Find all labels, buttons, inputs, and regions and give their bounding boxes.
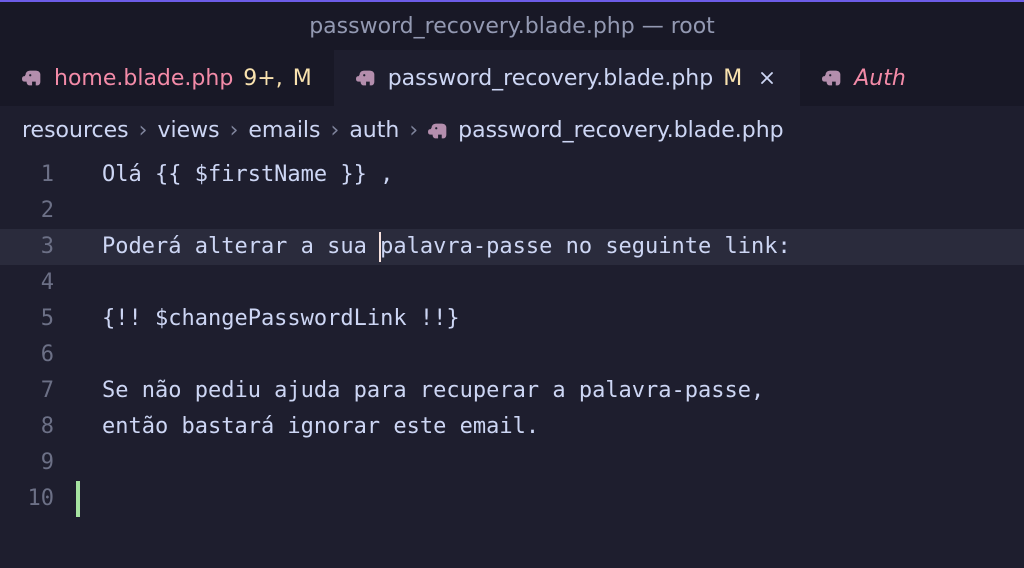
breadcrumb: resources › views › emails › auth › pass… — [0, 106, 1024, 151]
line-number: 9 — [6, 445, 76, 481]
line-number: 1 — [6, 157, 76, 193]
window-title-bar: password_recovery.blade.php — root — [0, 2, 1024, 50]
line-number: 3 — [6, 229, 76, 265]
tab-auth-truncated[interactable]: Auth — [800, 50, 928, 106]
window-title: password_recovery.blade.php — root — [309, 14, 715, 39]
tab-modified-indicator: M — [293, 66, 312, 91]
tab-home-blade[interactable]: home.blade.php 9+, M — [0, 50, 334, 106]
line-number: 2 — [6, 193, 76, 229]
code-editor[interactable]: 1Olá {{ $firstName }} ,23Poderá alterar … — [0, 151, 1024, 568]
breadcrumb-segment[interactable]: resources — [22, 118, 129, 143]
editor-line[interactable]: 1Olá {{ $firstName }} , — [0, 157, 1024, 193]
breadcrumb-segment[interactable]: auth — [349, 118, 399, 143]
close-icon[interactable] — [756, 67, 778, 89]
line-number: 8 — [6, 409, 76, 445]
editor-line[interactable]: 4 — [0, 265, 1024, 301]
code-text: Poderá alterar a sua palavra-passe no se… — [76, 229, 791, 265]
elephant-icon — [22, 70, 44, 86]
line-number: 6 — [6, 337, 76, 373]
editor-line[interactable]: 5{!! $changePasswordLink !!} — [0, 301, 1024, 337]
tab-password-recovery[interactable]: password_recovery.blade.php M — [334, 50, 800, 106]
text-cursor — [379, 232, 381, 262]
breadcrumb-segment[interactable]: emails — [248, 118, 320, 143]
tab-filename: home.blade.php — [54, 66, 233, 91]
line-number: 5 — [6, 301, 76, 337]
breadcrumb-file[interactable]: password_recovery.blade.php — [428, 118, 784, 143]
tab-filename: password_recovery.blade.php — [388, 66, 714, 91]
code-text: Olá {{ $firstName }} , — [76, 157, 393, 193]
line-number: 10 — [6, 481, 76, 517]
tab-bar: home.blade.php 9+, M password_recovery.b… — [0, 50, 1024, 106]
chevron-right-icon: › — [230, 118, 239, 143]
editor-line[interactable]: 8então bastará ignorar este email. — [0, 409, 1024, 445]
editor-window: password_recovery.blade.php — root home.… — [0, 0, 1024, 568]
chevron-right-icon: › — [409, 118, 418, 143]
editor-line[interactable]: 7Se não pediu ajuda para recuperar a pal… — [0, 373, 1024, 409]
editor-line[interactable]: 6 — [0, 337, 1024, 373]
tab-modified-indicator: M — [723, 66, 742, 91]
code-text: Se não pediu ajuda para recuperar a pala… — [76, 373, 764, 409]
editor-line[interactable]: 2 — [0, 193, 1024, 229]
tab-diff-badge: 9+, — [243, 66, 282, 91]
editor-line[interactable]: 10 — [0, 481, 1024, 517]
breadcrumb-segment[interactable]: views — [157, 118, 219, 143]
line-number: 4 — [6, 265, 76, 301]
chevron-right-icon: › — [331, 118, 340, 143]
editor-line[interactable]: 9 — [0, 445, 1024, 481]
editor-line[interactable]: 3Poderá alterar a sua palavra-passe no s… — [0, 229, 1024, 265]
line-number: 7 — [6, 373, 76, 409]
code-text: então bastará ignorar este email. — [76, 409, 539, 445]
elephant-icon — [428, 123, 450, 139]
code-text: {!! $changePasswordLink !!} — [76, 301, 460, 337]
tab-filename: Auth — [854, 66, 906, 91]
elephant-icon — [356, 70, 378, 86]
chevron-right-icon: › — [139, 118, 148, 143]
elephant-icon — [822, 70, 844, 86]
